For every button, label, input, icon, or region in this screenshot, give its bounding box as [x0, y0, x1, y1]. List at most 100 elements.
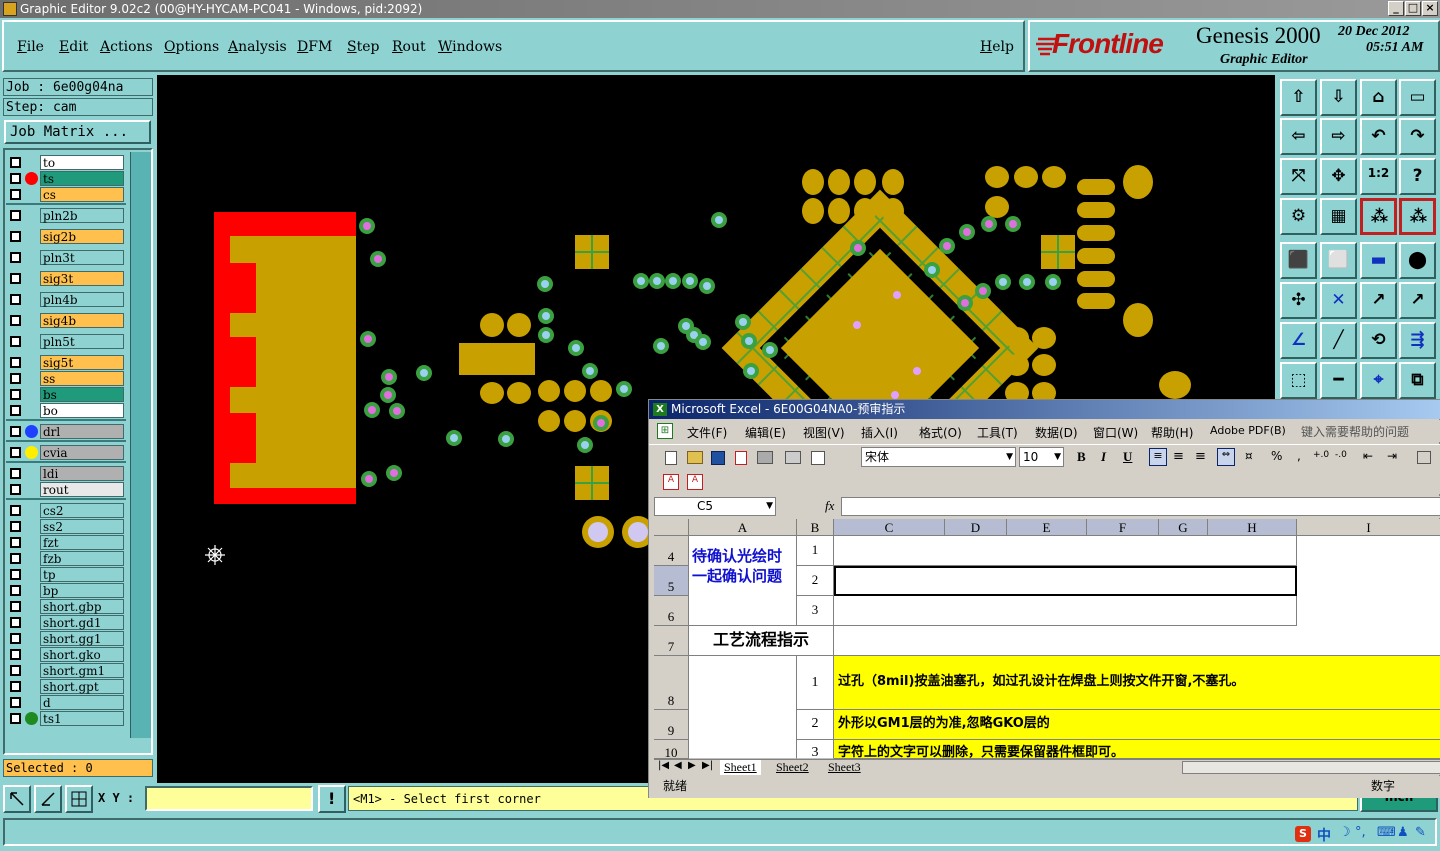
close-button[interactable]: ×: [1422, 1, 1438, 16]
shift-right-tool-button[interactable]: ⇨: [1320, 118, 1357, 155]
measure-dist-tool-button[interactable]: ↗: [1360, 282, 1397, 319]
tab-last-icon[interactable]: ▶|: [702, 760, 713, 771]
workbook-icon[interactable]: ⊞: [657, 423, 673, 439]
borders-icon[interactable]: [1417, 451, 1431, 464]
cell-c6[interactable]: [834, 596, 1297, 626]
layer-row-ldi[interactable]: ldi: [8, 466, 124, 481]
pdf-icon[interactable]: [735, 451, 747, 465]
tab-prev-icon[interactable]: ◀: [674, 760, 682, 771]
snap-grid-tool-button[interactable]: ▦: [1320, 198, 1357, 235]
excel-menu-tools[interactable]: 工具(T): [977, 424, 1018, 441]
layer-row-sig2b[interactable]: sig2b: [8, 229, 124, 244]
arc-line-tool-button[interactable]: ━: [1320, 362, 1357, 399]
zoom-tool-button[interactable]: ✥: [1320, 158, 1357, 195]
layer-name[interactable]: pln5t: [40, 334, 124, 349]
layer-row-bo[interactable]: bo: [8, 403, 124, 418]
col-header-d[interactable]: D: [945, 519, 1007, 536]
row-header-6[interactable]: 6: [654, 596, 689, 626]
col-header-c[interactable]: C: [834, 519, 945, 536]
layer-checkbox[interactable]: [10, 649, 21, 660]
layer-name[interactable]: ss2: [40, 519, 124, 534]
text-tool-button[interactable]: ⇶: [1399, 322, 1436, 359]
layer-name[interactable]: fzt: [40, 535, 124, 550]
excel-menu-help[interactable]: 帮助(H): [1151, 424, 1193, 441]
row-header-8[interactable]: 8: [654, 656, 689, 710]
layer-name[interactable]: ts1: [40, 711, 124, 726]
layer-row-short-gd1[interactable]: short.gd1: [8, 615, 124, 630]
layer-name[interactable]: sig5t: [40, 355, 124, 370]
cell-b9[interactable]: 2: [797, 710, 834, 740]
layer-checkbox[interactable]: [10, 521, 21, 532]
layer-name[interactable]: rout: [40, 482, 124, 497]
measure-tool-button[interactable]: [34, 785, 62, 813]
layer-name[interactable]: drl: [40, 424, 124, 439]
excel-menu-data[interactable]: 数据(D): [1035, 424, 1078, 441]
grid-tool-button[interactable]: [65, 785, 93, 813]
tab-first-icon[interactable]: |◀: [658, 760, 669, 771]
merge-cells-icon[interactable]: ⇔: [1217, 448, 1235, 466]
sheet-tab-2[interactable]: Sheet2: [772, 760, 813, 775]
row-header-7[interactable]: 7: [654, 626, 689, 656]
align-right-icon[interactable]: ≡: [1195, 449, 1206, 464]
bold-button[interactable]: B: [1077, 449, 1086, 465]
layer-name[interactable]: ss: [40, 371, 124, 386]
cell-b5[interactable]: 2: [797, 566, 834, 596]
layer-scrollbar[interactable]: [130, 152, 151, 738]
layer-row-short-gpt[interactable]: short.gpt: [8, 679, 124, 694]
line-add-tool-button[interactable]: ⬜: [1320, 242, 1357, 279]
layer-checkbox[interactable]: [10, 357, 21, 368]
col-header-h[interactable]: H: [1208, 519, 1297, 536]
layer-row-sig4b[interactable]: sig4b: [8, 313, 124, 328]
excel-menu-window[interactable]: 窗口(W): [1093, 424, 1138, 441]
cell-c5-selected[interactable]: [834, 566, 1297, 596]
font-select[interactable]: 宋体 ▼: [861, 447, 1016, 467]
layer-row-bp[interactable]: bp: [8, 583, 124, 598]
cell-c7[interactable]: [834, 626, 1440, 656]
comma-icon[interactable]: ,: [1297, 449, 1301, 463]
layer-checkbox[interactable]: [10, 665, 21, 676]
layer-checkbox[interactable]: [10, 633, 21, 644]
layer-checkbox[interactable]: [10, 537, 21, 548]
layer-row-to[interactable]: to: [8, 155, 124, 170]
layer-checkbox[interactable]: [10, 585, 21, 596]
menu-windows[interactable]: Windows: [438, 39, 502, 55]
layer-checkbox[interactable]: [10, 468, 21, 479]
menu-analysis[interactable]: Analysis: [228, 39, 287, 55]
ime-mode[interactable]: 中: [1317, 825, 1331, 845]
redo-tool-button[interactable]: ↷: [1399, 118, 1436, 155]
layer-name[interactable]: cvia: [40, 445, 124, 460]
cell-b10[interactable]: 3: [797, 740, 834, 759]
layer-name[interactable]: short.gko: [40, 647, 124, 662]
layer-name[interactable]: short.gd1: [40, 615, 124, 630]
punct-icon[interactable]: °,: [1355, 825, 1366, 840]
excel-menu-adobe[interactable]: Adobe PDF(B): [1210, 424, 1286, 437]
sheet-tab-3[interactable]: Sheet3: [824, 760, 865, 775]
cell-c10[interactable]: 字符上的文字可以删除，只需要保留器件框即可。: [834, 740, 1440, 759]
row-header-10[interactable]: 10: [654, 740, 689, 759]
increase-decimal-icon[interactable]: +.0: [1313, 450, 1329, 460]
undo-tool-button[interactable]: ↶: [1360, 118, 1397, 155]
layer-row-cs2[interactable]: cs2: [8, 503, 124, 518]
name-box[interactable]: C5 ▼: [654, 497, 776, 516]
menu-actions[interactable]: Actions: [100, 39, 153, 55]
layer-row-sig5t[interactable]: sig5t: [8, 355, 124, 370]
layer-checkbox[interactable]: [10, 294, 21, 305]
layer-row-ts1[interactable]: ts1: [8, 711, 124, 726]
layer-name[interactable]: bs: [40, 387, 124, 402]
layer-name[interactable]: bo: [40, 403, 124, 418]
layer-row-short-gm1[interactable]: short.gm1: [8, 663, 124, 678]
alert-button[interactable]: !: [318, 785, 346, 813]
job-matrix-button[interactable]: Job Matrix ...: [4, 120, 151, 144]
layer-name[interactable]: short.gm1: [40, 663, 124, 678]
layer-row-drl[interactable]: drl: [8, 424, 124, 439]
excel-menu-file[interactable]: 文件(F): [687, 424, 727, 441]
print-icon[interactable]: [757, 451, 773, 464]
layer-name[interactable]: sig2b: [40, 229, 124, 244]
layer-name[interactable]: pln2b: [40, 208, 124, 223]
indent-increase-icon[interactable]: ⇥: [1387, 449, 1397, 463]
cell-a8[interactable]: [689, 656, 797, 759]
menu-options[interactable]: Options: [164, 39, 219, 55]
xy-input[interactable]: [145, 786, 313, 811]
layer-checkbox[interactable]: [10, 389, 21, 400]
layer-checkbox[interactable]: [10, 681, 21, 692]
